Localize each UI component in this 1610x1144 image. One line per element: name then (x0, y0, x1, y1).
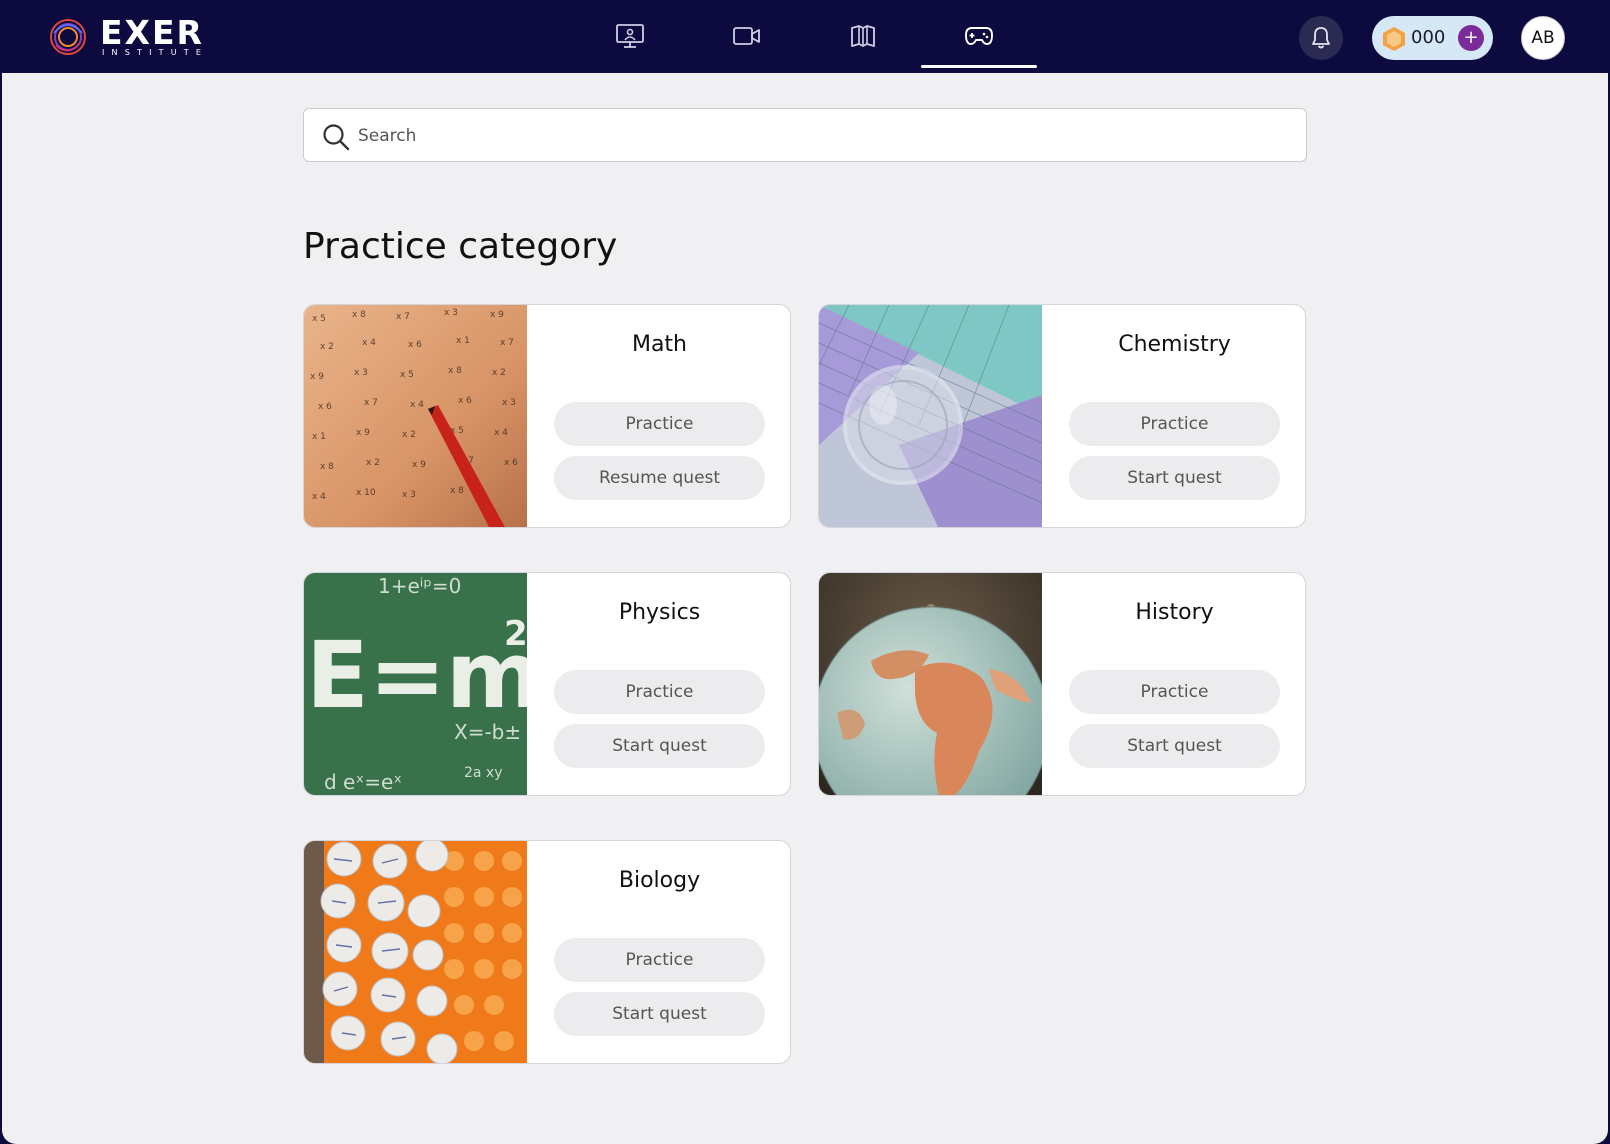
top-navigation-bar: EXER INSTITUTE 000 + AB (0, 0, 1610, 73)
svg-text:x 6: x 6 (458, 396, 472, 406)
svg-text:x 3: x 3 (402, 490, 416, 500)
biology-practice-button[interactable]: Practice (554, 938, 765, 982)
svg-text:x 4: x 4 (362, 338, 376, 348)
nav-video-tab[interactable] (727, 18, 767, 54)
svg-text:d eˣ=eˣ: d eˣ=eˣ (324, 770, 402, 794)
video-camera-icon (733, 27, 760, 45)
search-icon (323, 124, 350, 151)
svg-text:x 2: x 2 (402, 430, 416, 440)
svg-text:x 7: x 7 (500, 338, 514, 348)
history-start-quest-button[interactable]: Start quest (1069, 724, 1280, 768)
svg-text:x 8: x 8 (352, 310, 366, 320)
svg-text:x 9: x 9 (356, 428, 370, 438)
nav-presentation-tab[interactable] (610, 18, 650, 54)
physics-start-quest-button[interactable]: Start quest (554, 724, 765, 768)
brand-logo[interactable]: EXER INSTITUTE (46, 15, 216, 59)
svg-text:1+eⁱᵖ=0: 1+eⁱᵖ=0 (378, 574, 461, 598)
coin-hexagon-icon (1383, 27, 1405, 51)
notifications-button[interactable] (1299, 16, 1343, 60)
svg-text:x 4: x 4 (494, 428, 508, 438)
svg-text:x 2: x 2 (492, 368, 506, 378)
category-title-math: Math (631, 332, 688, 357)
history-practice-button[interactable]: Practice (1069, 670, 1280, 714)
search-bar[interactable] (303, 108, 1307, 162)
chemistry-practice-button[interactable]: Practice (1069, 402, 1280, 446)
physics-thumbnail-image: E=mc 2 1+eⁱᵖ=0 X=-b± d eˣ=eˣ 2a xy (304, 573, 527, 795)
svg-text:x 1: x 1 (312, 432, 326, 442)
svg-text:x 9: x 9 (412, 460, 426, 470)
category-card-history: History Practice Start quest (818, 572, 1306, 796)
math-thumbnail-image: x 5 x 8 x 7 x 3 x 9 x 2 x 4 x 6 x 1 x 7 x 9 x 3 x … (304, 305, 527, 527)
physics-practice-button[interactable]: Practice (554, 670, 765, 714)
history-thumbnail-image (819, 573, 1042, 795)
svg-text:x 9: x 9 (490, 310, 504, 320)
search-input[interactable] (358, 119, 1288, 153)
category-title-biology: Biology (618, 868, 701, 893)
category-card-biology: Biology Practice Start quest (303, 840, 791, 1064)
chemistry-start-quest-button[interactable]: Start quest (1069, 456, 1280, 500)
user-avatar[interactable]: AB (1521, 16, 1565, 60)
svg-text:x 6: x 6 (408, 340, 422, 350)
chemistry-thumbnail-image (819, 305, 1042, 527)
active-tab-indicator (921, 65, 1037, 68)
gamepad-icon (965, 27, 993, 45)
svg-text:x 1: x 1 (456, 336, 470, 346)
category-card-physics: E=mc 2 1+eⁱᵖ=0 X=-b± d eˣ=eˣ 2a xy Physi… (303, 572, 791, 796)
nav-games-tab[interactable] (959, 18, 999, 54)
page-title: Practice category (303, 226, 618, 267)
svg-text:x 6: x 6 (318, 402, 332, 412)
svg-text:x 8: x 8 (320, 462, 334, 472)
biology-start-quest-button[interactable]: Start quest (554, 992, 765, 1036)
main-content: Practice category x 5 x 8 x 7 x 3 x 9 (2, 73, 1608, 1144)
biology-thumbnail-image (304, 841, 527, 1063)
presentation-screen-icon (616, 24, 644, 48)
svg-text:x 8: x 8 (450, 486, 464, 496)
svg-text:x 7: x 7 (364, 398, 378, 408)
svg-text:x 4: x 4 (410, 400, 424, 410)
open-book-icon (851, 25, 875, 47)
nav-library-tab[interactable] (843, 18, 883, 54)
brand-subtitle: INSTITUTE (102, 48, 209, 57)
svg-text:x 3: x 3 (354, 368, 368, 378)
svg-text:2: 2 (504, 614, 527, 654)
category-title-history: History (1135, 600, 1214, 625)
svg-text:x 4: x 4 (312, 492, 326, 502)
math-resume-quest-button[interactable]: Resume quest (554, 456, 765, 500)
svg-text:x 7: x 7 (396, 312, 410, 322)
svg-text:x 9: x 9 (310, 372, 324, 382)
svg-text:2a xy: 2a xy (464, 765, 503, 781)
svg-text:x 3: x 3 (502, 398, 516, 408)
logo-swirl-icon (50, 19, 86, 55)
svg-text:x 6: x 6 (504, 458, 518, 468)
category-title-physics: Physics (618, 600, 701, 625)
svg-text:x 10: x 10 (356, 488, 376, 498)
svg-text:x 8: x 8 (448, 366, 462, 376)
coin-amount: 000 (1411, 27, 1446, 48)
svg-text:x 5: x 5 (400, 370, 414, 380)
svg-text:x 2: x 2 (366, 458, 380, 468)
math-practice-button[interactable]: Practice (554, 402, 765, 446)
bell-icon (1312, 27, 1330, 49)
svg-text:x 2: x 2 (320, 342, 334, 352)
svg-text:x 5: x 5 (312, 314, 326, 324)
category-title-chemistry: Chemistry (1118, 332, 1231, 357)
add-coins-button[interactable]: + (1458, 25, 1484, 51)
svg-text:x 3: x 3 (444, 308, 458, 318)
coin-balance[interactable]: 000 + (1372, 16, 1493, 60)
svg-text:E=mc: E=mc (306, 622, 527, 729)
category-card-chemistry: Chemistry Practice Start quest (818, 304, 1306, 528)
category-card-math: x 5 x 8 x 7 x 3 x 9 x 2 x 4 x 6 x 1 x 7 x 9 x 3 x … (303, 304, 791, 528)
brand-name: EXER (100, 13, 204, 52)
svg-text:X=-b±: X=-b± (454, 720, 521, 744)
app-window: EXER INSTITUTE 000 + AB Search Practice … (0, 0, 1610, 1144)
